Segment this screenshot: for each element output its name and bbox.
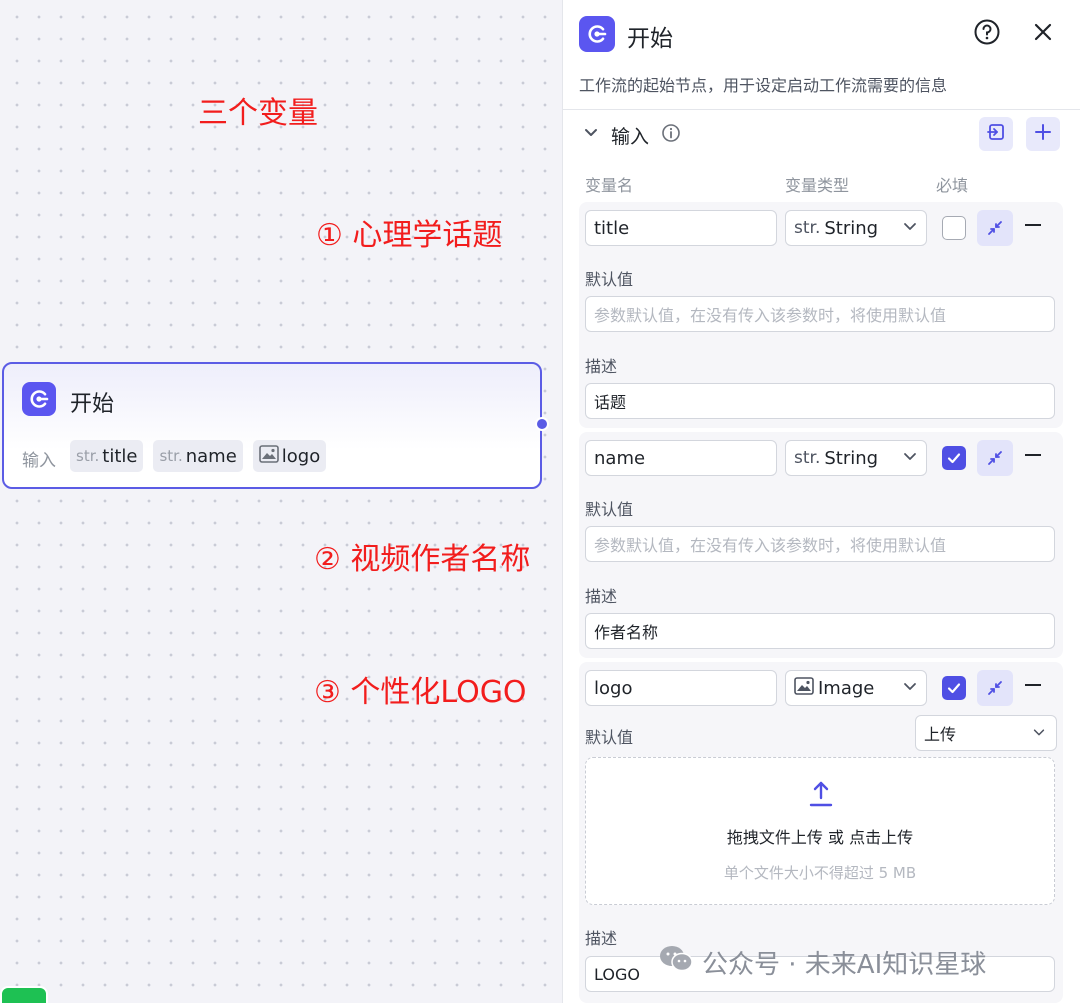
default-value-input[interactable]: 参数默认值，在没有传入该参数时，将使用默认值 bbox=[585, 296, 1055, 332]
annotation-item-3: ③ 个性化LOGO bbox=[314, 675, 527, 710]
description-label: 描述 bbox=[585, 929, 618, 948]
import-variable-button[interactable] bbox=[979, 117, 1013, 151]
type-prefix: str. bbox=[794, 448, 821, 468]
minus-icon bbox=[1025, 224, 1041, 226]
type-value: String bbox=[824, 217, 879, 239]
upload-instruction: 拖拽文件上传 或 点击上传 bbox=[726, 828, 914, 847]
start-node-icon bbox=[22, 382, 56, 416]
remove-variable-button[interactable] bbox=[1019, 212, 1047, 240]
description-label: 描述 bbox=[585, 587, 618, 606]
required-checkbox[interactable] bbox=[942, 446, 966, 470]
input-section-header[interactable]: 输入 bbox=[579, 116, 1065, 152]
required-checkbox[interactable] bbox=[942, 676, 966, 700]
column-header-type: 变量类型 bbox=[785, 176, 850, 195]
input-section-title: 输入 bbox=[611, 126, 650, 148]
panel-title: 开始 bbox=[627, 26, 673, 52]
annotation-title: 三个变量 bbox=[198, 96, 318, 131]
default-mode-value: 上传 bbox=[924, 725, 957, 744]
help-icon[interactable] bbox=[973, 18, 1001, 46]
column-header-required: 必填 bbox=[936, 176, 969, 195]
node-config-panel: 开始 工作流的起始节点，用于设定启动工作流需要的信息 输入 变量名 变量类型 必… bbox=[562, 0, 1080, 1003]
file-upload-dropzone[interactable]: 拖拽文件上传 或 点击上传 单个文件大小不得超过 5 MB bbox=[585, 757, 1055, 905]
annotation-item-2: ② 视频作者名称 bbox=[314, 542, 531, 577]
annotation-item-1: ① 心理学话题 bbox=[316, 218, 503, 253]
tag-type-prefix: str. bbox=[76, 447, 100, 465]
close-icon[interactable] bbox=[1029, 18, 1057, 46]
default-value-input[interactable]: 参数默认值，在没有传入该参数时，将使用默认值 bbox=[585, 526, 1055, 562]
check-icon bbox=[947, 453, 961, 464]
variable-name-input[interactable]: title bbox=[585, 210, 777, 246]
chevron-down-icon bbox=[902, 218, 918, 239]
start-node-title: 开始 bbox=[70, 392, 115, 417]
workflow-canvas[interactable]: 三个变量 ① 心理学话题 ② 视频作者名称 ③ 个性化LOGO 开始 输入 st… bbox=[0, 0, 562, 1003]
variable-card-title: title str. String 默认值 参数默认值，在没有传入该参数时，将使用… bbox=[579, 202, 1063, 428]
variable-tag-logo: logo bbox=[252, 440, 327, 472]
tag-name: logo bbox=[281, 445, 321, 467]
check-icon bbox=[947, 683, 961, 694]
minus-icon bbox=[1025, 684, 1041, 686]
variable-tag-name: str. name bbox=[153, 440, 243, 472]
start-node-icon bbox=[579, 16, 615, 52]
corner-green-badge bbox=[0, 986, 48, 1003]
description-input[interactable]: 作者名称 bbox=[585, 613, 1055, 649]
minus-icon bbox=[1025, 454, 1041, 456]
default-value-label: 默认值 bbox=[585, 270, 634, 289]
default-value-label: 默认值 bbox=[585, 500, 634, 519]
tag-type-prefix: str. bbox=[159, 447, 183, 465]
wechat-icon bbox=[658, 944, 694, 981]
tag-name: title bbox=[102, 445, 138, 467]
image-icon bbox=[258, 444, 279, 468]
import-icon bbox=[986, 122, 1006, 146]
default-mode-select[interactable]: 上传 bbox=[915, 715, 1057, 751]
upload-size-hint: 单个文件大小不得超过 5 MB bbox=[723, 864, 917, 882]
required-checkbox[interactable] bbox=[942, 216, 966, 240]
panel-header: 开始 工作流的起始节点，用于设定启动工作流需要的信息 bbox=[563, 0, 1080, 110]
remove-variable-button[interactable] bbox=[1019, 672, 1047, 700]
add-variable-button[interactable] bbox=[1026, 117, 1060, 151]
chevron-down-icon bbox=[1032, 724, 1046, 743]
variable-tag-title: str. title bbox=[70, 440, 144, 472]
description-label: 描述 bbox=[585, 357, 618, 376]
type-value: String bbox=[824, 447, 879, 469]
type-value: Image bbox=[818, 677, 875, 699]
start-node[interactable]: 开始 输入 str. title str. name logo bbox=[2, 362, 542, 489]
start-node-input-label: 输入 bbox=[22, 451, 56, 471]
panel-description: 工作流的起始节点，用于设定启动工作流需要的信息 bbox=[579, 76, 948, 95]
plus-icon bbox=[1033, 122, 1053, 146]
variable-type-select[interactable]: str. String bbox=[785, 440, 927, 476]
chevron-down-icon bbox=[902, 678, 918, 699]
collapse-icon[interactable] bbox=[977, 670, 1013, 706]
start-node-tags: str. title str. name logo bbox=[70, 440, 327, 472]
variable-name-input[interactable]: name bbox=[585, 440, 777, 476]
watermark: 公众号 · 未来AI知识星球 bbox=[658, 944, 986, 981]
column-header-name: 变量名 bbox=[585, 176, 634, 195]
variable-name-input[interactable]: logo bbox=[585, 670, 777, 706]
collapse-icon[interactable] bbox=[977, 440, 1013, 476]
variable-type-select[interactable]: str. String bbox=[785, 210, 927, 246]
collapse-icon[interactable] bbox=[977, 210, 1013, 246]
node-output-handle[interactable] bbox=[535, 417, 549, 431]
remove-variable-button[interactable] bbox=[1019, 442, 1047, 470]
variable-card-name: name str. String 默认值 参数默认值，在没有传入该参数时，将使用默… bbox=[579, 432, 1063, 658]
image-icon bbox=[794, 676, 814, 700]
description-input[interactable]: 话题 bbox=[585, 383, 1055, 419]
upload-icon bbox=[808, 780, 834, 812]
watermark-text: 公众号 · 未来AI知识星球 bbox=[702, 950, 987, 980]
chevron-down-icon[interactable] bbox=[583, 124, 599, 144]
variable-type-select[interactable]: Image bbox=[785, 670, 927, 706]
chevron-down-icon bbox=[902, 448, 918, 469]
type-prefix: str. bbox=[794, 218, 821, 238]
default-value-label: 默认值 bbox=[585, 728, 634, 747]
info-icon[interactable] bbox=[661, 123, 681, 147]
tag-name: name bbox=[185, 445, 237, 467]
